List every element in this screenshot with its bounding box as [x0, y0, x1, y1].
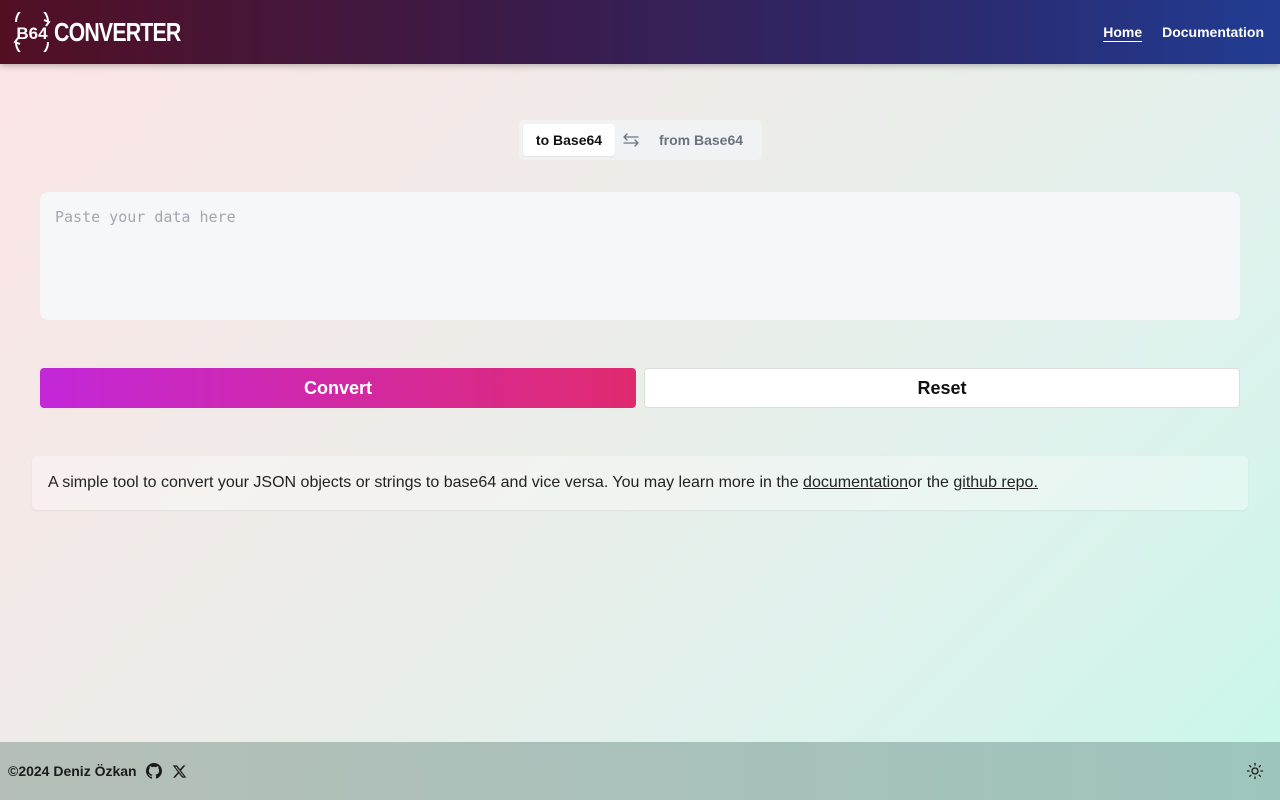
swap-arrows-icon	[623, 133, 639, 147]
main-nav: Home Documentation	[1103, 24, 1264, 40]
logo[interactable]: B64 CONVERTER	[8, 12, 208, 52]
convert-button[interactable]: Convert	[40, 368, 636, 408]
swap-button[interactable]	[615, 132, 647, 148]
to-base64-option[interactable]: to Base64	[523, 124, 615, 156]
footer: ©2024 Deniz Özkan	[0, 742, 1280, 800]
nav-documentation-link[interactable]: Documentation	[1162, 24, 1264, 40]
github-repo-link[interactable]: github repo.	[953, 474, 1038, 491]
info-text: A simple tool to convert your JSON objec…	[48, 474, 1038, 492]
info-description: A simple tool to convert your JSON objec…	[48, 474, 804, 491]
documentation-link[interactable]: documentation	[803, 474, 908, 491]
data-input[interactable]	[40, 192, 1240, 320]
mode-toggle: to Base64 from Base64	[519, 120, 762, 160]
x-icon[interactable]	[171, 762, 189, 780]
footer-left: ©2024 Deniz Özkan	[8, 762, 189, 780]
svg-text:B64: B64	[16, 24, 48, 43]
info-panel: A simple tool to convert your JSON objec…	[32, 456, 1248, 510]
reset-button[interactable]: Reset	[644, 368, 1240, 408]
sun-icon[interactable]	[1246, 762, 1264, 780]
from-base64-option[interactable]: from Base64	[647, 124, 755, 156]
logo-text: CONVERTER	[54, 16, 181, 47]
copyright-text: ©2024 Deniz Özkan	[8, 763, 137, 779]
logo-b64-icon: B64	[13, 12, 51, 52]
info-middle-text: or the	[908, 474, 954, 491]
github-icon[interactable]	[145, 762, 163, 780]
nav-home-link[interactable]: Home	[1103, 24, 1142, 40]
header: B64 CONVERTER Home Documentation	[0, 0, 1280, 64]
